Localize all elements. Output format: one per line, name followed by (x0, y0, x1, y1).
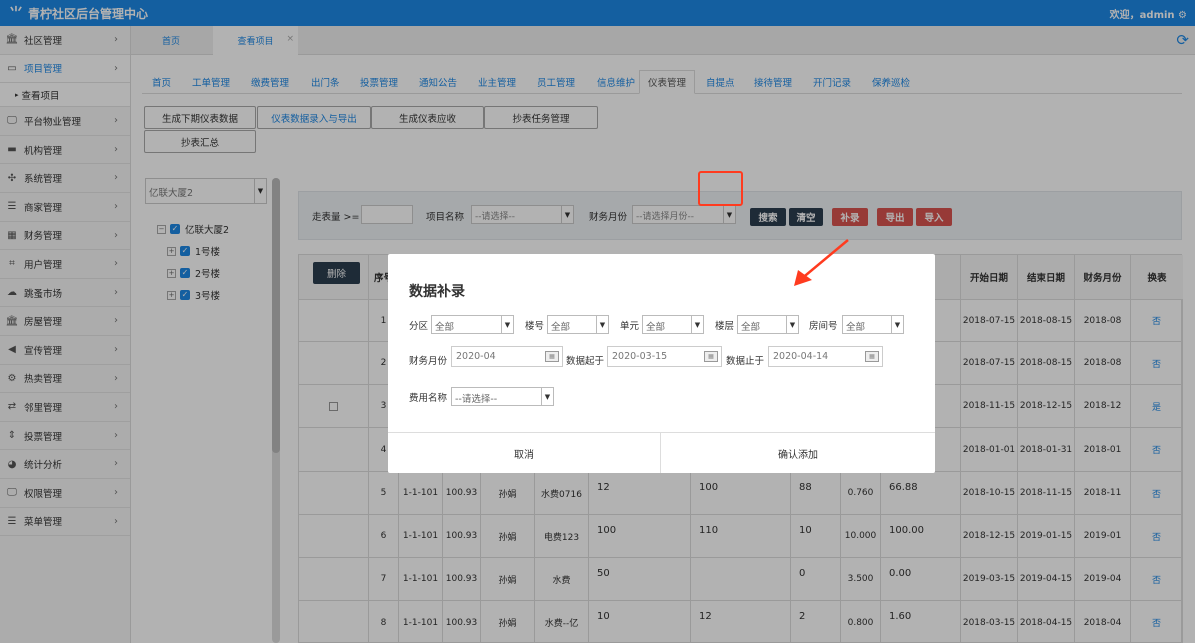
chevron-down-icon: ▼ (541, 388, 553, 405)
room-label: 房间号 (809, 321, 838, 332)
chevron-down-icon: ▼ (786, 316, 798, 333)
chevron-down-icon: ▼ (501, 316, 513, 333)
zone-select[interactable]: 全部 ▼ (431, 315, 514, 334)
fee-select-value: --请选择-- (455, 394, 498, 405)
floor-label: 楼层 (715, 321, 735, 332)
fin-month-label: 财务月份 (409, 356, 448, 367)
chevron-down-icon: ▼ (891, 316, 903, 333)
unit-select[interactable]: 全部 ▼ (642, 315, 704, 334)
from-label: 数据起于 (566, 356, 605, 367)
confirm-add-button[interactable]: 确认添加 (661, 433, 935, 473)
to-date-value: 2020-04-14 (773, 351, 829, 362)
from-date-input[interactable]: 2020-03-15 ▦ (607, 346, 722, 367)
unit-label: 单元 (620, 321, 640, 332)
to-date-input[interactable]: 2020-04-14 ▦ (768, 346, 883, 367)
supplement-dialog: 数据补录 分区 全部 ▼ 楼号 全部 ▼ 单元 全部 ▼ 楼层 全部 ▼ 房间号 全部 ▼… (388, 254, 935, 473)
fin-month-value: 2020-04 (456, 351, 496, 362)
to-label: 数据止于 (726, 356, 765, 367)
cancel-button[interactable]: 取消 (388, 433, 660, 473)
zone-select-value: 全部 (435, 322, 455, 333)
dialog-title: 数据补录 (409, 284, 465, 300)
calendar-icon[interactable]: ▦ (704, 351, 718, 362)
building-label: 楼号 (525, 321, 545, 332)
zone-label: 分区 (409, 321, 429, 332)
chevron-down-icon: ▼ (596, 316, 608, 333)
fin-month-input[interactable]: 2020-04 ▦ (451, 346, 563, 367)
chevron-down-icon: ▼ (691, 316, 703, 333)
fee-select[interactable]: --请选择-- ▼ (451, 387, 554, 406)
annotation-highlight-box (698, 171, 743, 206)
from-date-value: 2020-03-15 (612, 351, 668, 362)
calendar-icon[interactable]: ▦ (865, 351, 879, 362)
floor-select-value: 全部 (741, 322, 761, 333)
unit-select-value: 全部 (646, 322, 666, 333)
calendar-icon[interactable]: ▦ (545, 351, 559, 362)
building-no-value: 全部 (551, 322, 571, 333)
building-no-select[interactable]: 全部 ▼ (547, 315, 609, 334)
floor-select[interactable]: 全部 ▼ (737, 315, 799, 334)
fee-label: 费用名称 (409, 393, 448, 404)
room-select[interactable]: 全部 ▼ (842, 315, 904, 334)
room-select-value: 全部 (846, 322, 866, 333)
